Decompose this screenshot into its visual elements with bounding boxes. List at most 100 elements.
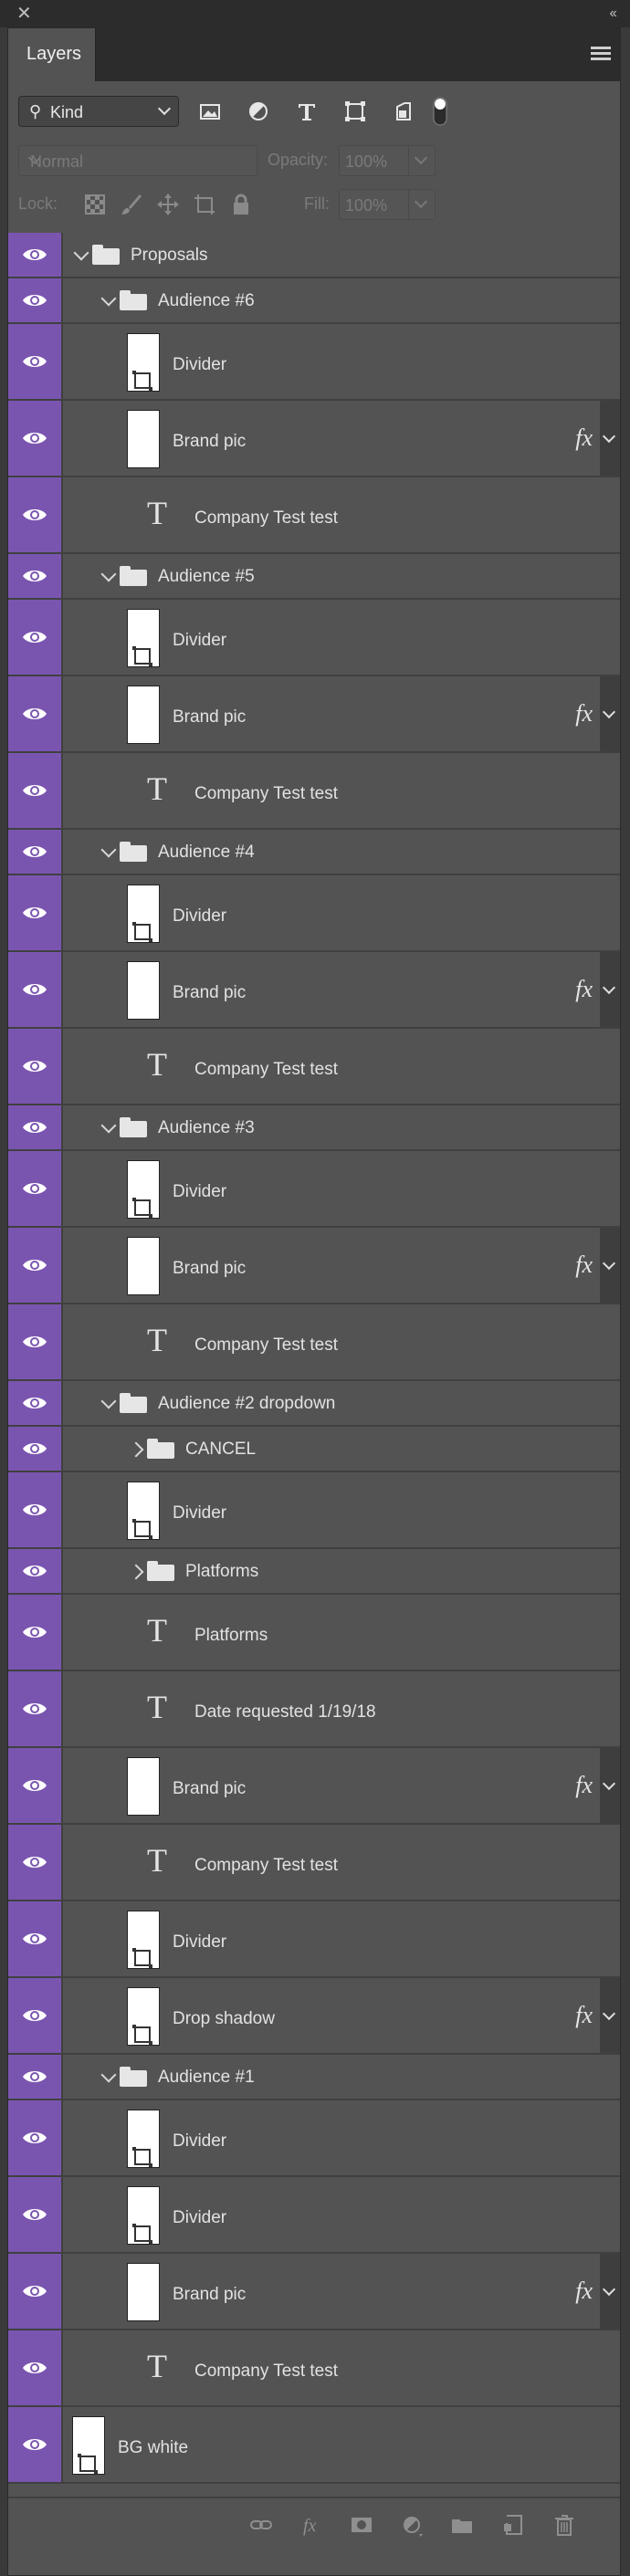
visibility-toggle[interactable] — [8, 2100, 63, 2175]
shape-filter-icon[interactable] — [340, 96, 371, 127]
layer-row[interactable]: Audience #6 — [8, 278, 620, 324]
visibility-toggle[interactable] — [8, 1901, 63, 1976]
layer-row[interactable]: Divider — [8, 600, 620, 676]
visibility-toggle[interactable] — [8, 1825, 63, 1900]
chevron-down-icon[interactable] — [600, 2254, 620, 2329]
new-adjustment-layer-icon[interactable] — [399, 2511, 426, 2539]
layer-row[interactable]: Brand pic fx — [8, 1228, 620, 1304]
filter-toggle-icon[interactable] — [425, 96, 456, 127]
visibility-toggle[interactable] — [8, 2330, 63, 2405]
visibility-toggle[interactable] — [8, 1595, 63, 1670]
visibility-toggle[interactable] — [8, 1151, 63, 1226]
layer-row[interactable]: T Company Test test — [8, 477, 620, 554]
layer-row[interactable]: Audience #2 dropdown — [8, 1381, 620, 1427]
visibility-toggle[interactable] — [8, 278, 63, 322]
type-filter-icon[interactable] — [291, 96, 322, 127]
layer-row[interactable]: T Date requested 1/19/18 — [8, 1671, 620, 1748]
layer-row[interactable]: T Company Test test — [8, 2330, 620, 2407]
link-layers-icon[interactable] — [247, 2511, 275, 2539]
lock-all-icon[interactable] — [227, 191, 255, 218]
layer-row[interactable]: Divider — [8, 875, 620, 952]
chevron-down-icon[interactable] — [600, 1978, 620, 2053]
layer-effects-icon[interactable]: fx — [575, 700, 593, 728]
chevron-down-icon[interactable] — [100, 1117, 117, 1134]
layer-row[interactable]: Platforms — [8, 1549, 620, 1595]
chevron-down-icon[interactable] — [408, 146, 435, 175]
chevron-down-icon[interactable] — [73, 245, 89, 261]
visibility-toggle[interactable] — [8, 830, 63, 874]
chevron-down-icon[interactable] — [100, 842, 117, 858]
visibility-toggle[interactable] — [8, 1105, 63, 1149]
layer-row[interactable]: T Platforms — [8, 1595, 620, 1671]
visibility-toggle[interactable] — [8, 2177, 63, 2252]
new-layer-icon[interactable] — [499, 2511, 527, 2539]
visibility-toggle[interactable] — [8, 477, 63, 552]
visibility-toggle[interactable] — [8, 753, 63, 828]
adjustment-filter-icon[interactable] — [243, 96, 274, 127]
layer-row[interactable]: BG white — [8, 2407, 620, 2484]
layer-effects-icon[interactable]: fx — [575, 1772, 593, 1799]
visibility-toggle[interactable] — [8, 1427, 63, 1471]
smart-object-filter-icon[interactable] — [388, 96, 419, 127]
visibility-toggle[interactable] — [8, 1671, 63, 1746]
layer-row[interactable]: Divider — [8, 1151, 620, 1228]
opacity-field[interactable]: 100% — [339, 145, 436, 176]
layer-row[interactable]: CANCEL — [8, 1427, 620, 1472]
chevron-down-icon[interactable] — [600, 1748, 620, 1823]
chevron-down-icon[interactable] — [100, 566, 117, 582]
layer-row[interactable]: Audience #5 — [8, 554, 620, 600]
visibility-toggle[interactable] — [8, 600, 63, 675]
layer-row[interactable]: Divider — [8, 1472, 620, 1549]
chevron-down-icon[interactable] — [600, 401, 620, 476]
visibility-toggle[interactable] — [8, 1472, 63, 1547]
chevron-down-icon[interactable] — [100, 2067, 117, 2083]
layer-row[interactable]: Audience #4 — [8, 830, 620, 875]
chevron-down-icon[interactable] — [600, 952, 620, 1027]
add-mask-icon[interactable] — [348, 2511, 375, 2539]
visibility-toggle[interactable] — [8, 324, 63, 399]
layer-effects-icon[interactable]: fx — [575, 2002, 593, 2029]
visibility-toggle[interactable] — [8, 2055, 63, 2099]
visibility-toggle[interactable] — [8, 1748, 63, 1823]
filter-kind-select[interactable]: ⚲ Kind — [18, 96, 179, 127]
lock-artboard-icon[interactable] — [191, 191, 218, 218]
add-layer-style-icon[interactable]: fx — [299, 2511, 326, 2539]
layer-row[interactable]: T Company Test test — [8, 1304, 620, 1381]
visibility-toggle[interactable] — [8, 1029, 63, 1104]
visibility-toggle[interactable] — [8, 1381, 63, 1425]
collapse-panel-icon[interactable]: ‹‹ — [609, 5, 617, 23]
layer-row[interactable]: Divider — [8, 324, 620, 401]
visibility-toggle[interactable] — [8, 554, 63, 598]
lock-image-pixels-icon[interactable] — [118, 191, 145, 218]
lock-position-icon[interactable] — [154, 191, 182, 218]
lock-transparent-pixels-icon[interactable] — [81, 191, 109, 218]
visibility-toggle[interactable] — [8, 2407, 63, 2482]
blend-mode-select[interactable]: Normal — [18, 145, 257, 176]
visibility-toggle[interactable] — [8, 1978, 63, 2053]
visibility-toggle[interactable] — [8, 676, 63, 751]
panel-menu-icon[interactable] — [591, 47, 611, 61]
layer-effects-icon[interactable]: fx — [575, 1251, 593, 1279]
layer-row[interactable]: Audience #1 — [8, 2055, 620, 2100]
visibility-toggle[interactable] — [8, 233, 63, 277]
layer-row[interactable]: Brand pic fx — [8, 401, 620, 477]
chevron-down-icon[interactable] — [600, 1228, 620, 1303]
chevron-down-icon[interactable] — [600, 676, 620, 751]
visibility-toggle[interactable] — [8, 952, 63, 1027]
layer-row[interactable]: Brand pic fx — [8, 952, 620, 1029]
delete-layer-icon[interactable] — [551, 2511, 578, 2539]
layer-row[interactable]: T Company Test test — [8, 753, 620, 830]
chevron-down-icon[interactable] — [408, 190, 435, 219]
layer-row[interactable]: T Company Test test — [8, 1029, 620, 1105]
visibility-toggle[interactable] — [8, 875, 63, 950]
chevron-right-icon[interactable] — [128, 1564, 144, 1580]
new-group-icon[interactable] — [448, 2511, 476, 2539]
layer-row[interactable]: Divider — [8, 1901, 620, 1978]
layer-row[interactable]: Audience #3 — [8, 1105, 620, 1151]
layer-effects-icon[interactable]: fx — [575, 976, 593, 1003]
visibility-toggle[interactable] — [8, 1304, 63, 1379]
layer-row[interactable]: T Company Test test — [8, 1825, 620, 1901]
tab-layers[interactable]: Layers — [8, 28, 96, 81]
chevron-down-icon[interactable] — [100, 290, 117, 307]
visibility-toggle[interactable] — [8, 401, 63, 476]
